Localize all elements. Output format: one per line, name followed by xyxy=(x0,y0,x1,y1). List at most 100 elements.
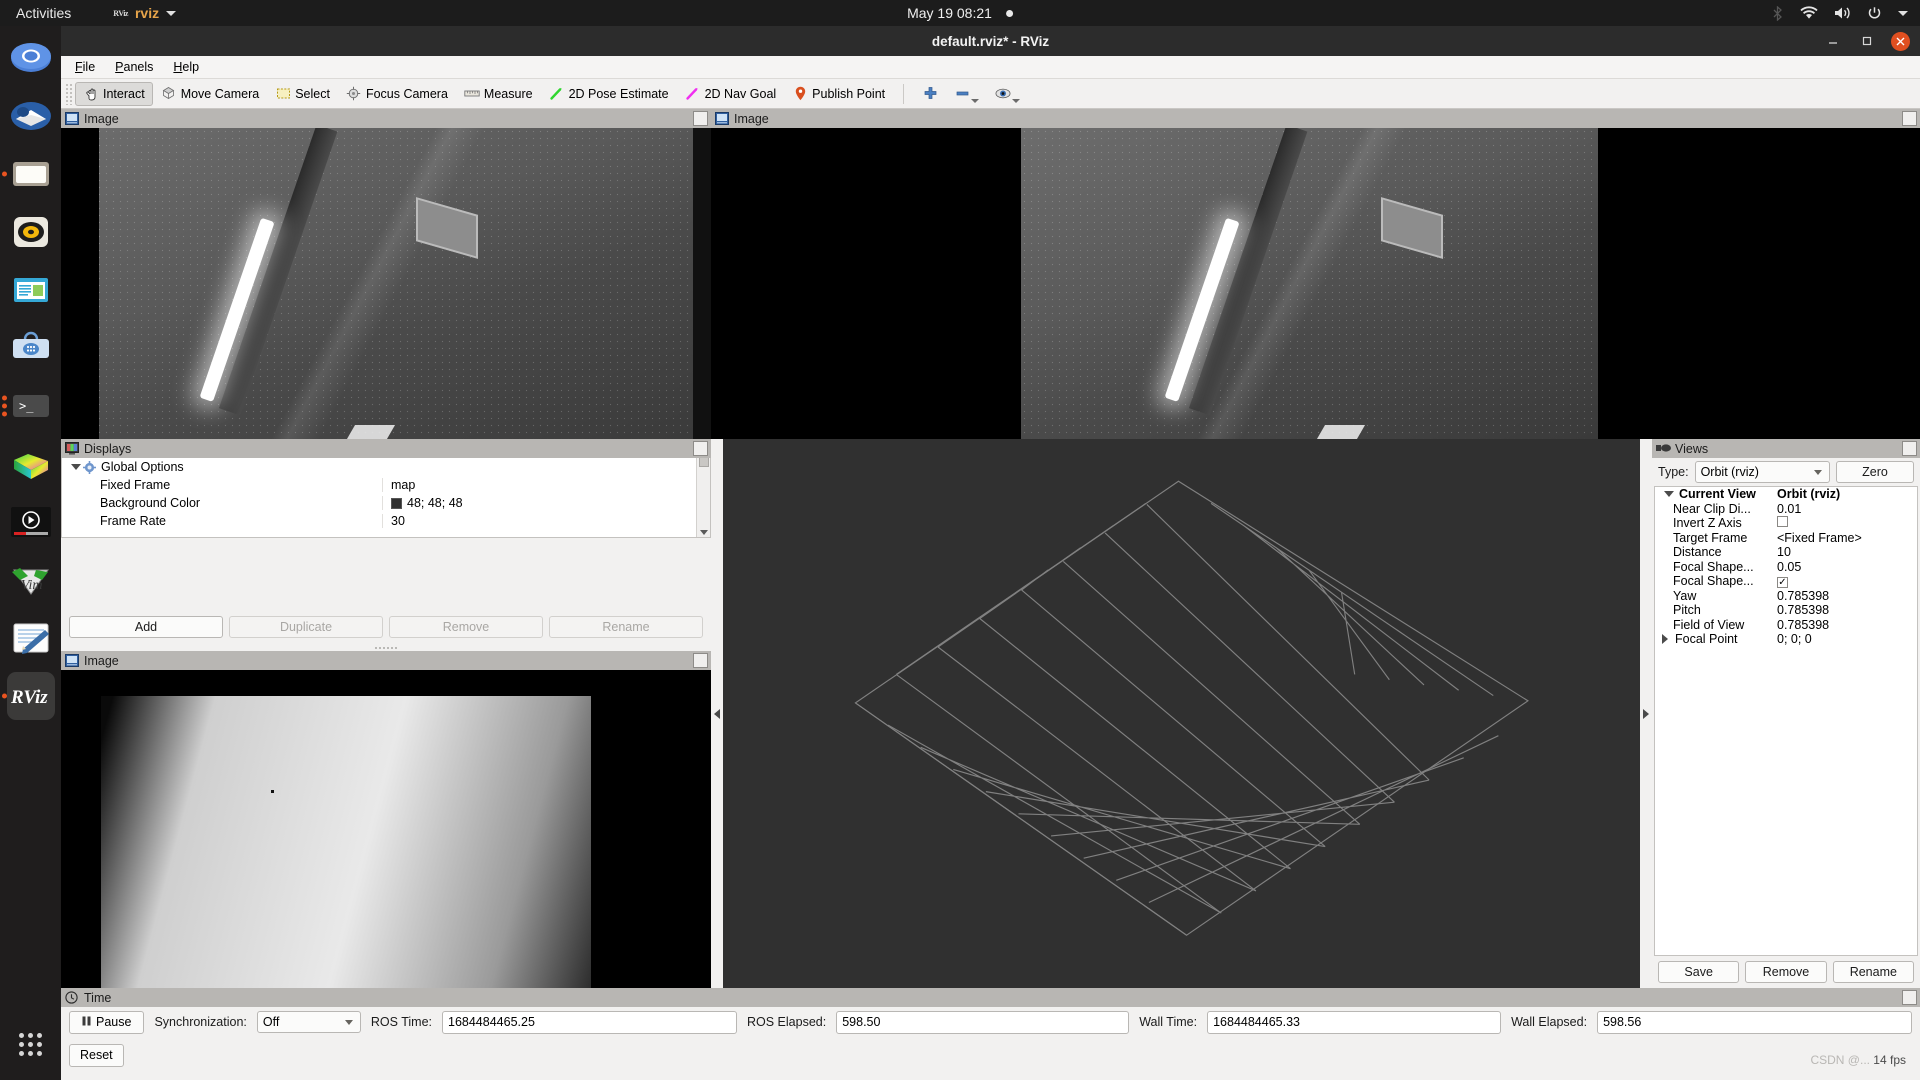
tree-label: Current View xyxy=(1679,487,1756,502)
views-properties-tree[interactable]: Current View Orbit (rviz) Near Clip Di..… xyxy=(1654,486,1918,956)
tool-focus-camera[interactable]: Focus Camera xyxy=(338,82,456,106)
duplicate-display-button[interactable]: Duplicate xyxy=(229,616,383,638)
remove-display-button[interactable]: Remove xyxy=(389,616,543,638)
displays-scrollbar[interactable] xyxy=(696,441,710,537)
expand-twisty-icon[interactable] xyxy=(70,462,81,473)
invert-z-checkbox[interactable] xyxy=(1777,516,1788,528)
maximize-button[interactable] xyxy=(1857,31,1877,51)
tree-value: 0.785398 xyxy=(1777,603,1830,618)
dock-item-media-player[interactable] xyxy=(7,498,55,546)
wall-elapsed-label: Wall Elapsed: xyxy=(1511,1015,1588,1029)
tool-measure[interactable]: Measure xyxy=(456,82,541,106)
tool-publish-point[interactable]: Publish Point xyxy=(784,82,893,106)
save-view-button[interactable]: Save xyxy=(1658,961,1740,983)
dock-item-files[interactable] xyxy=(1,150,55,198)
toolbar-grip[interactable] xyxy=(65,82,73,105)
panel-resize-grip[interactable] xyxy=(61,644,711,651)
dock-item-software[interactable] xyxy=(7,324,55,372)
wall-time-field[interactable]: 1684484465.33 xyxy=(1207,1010,1502,1034)
tool-2d-nav-goal[interactable]: 2D Nav Goal xyxy=(677,82,785,106)
float-panel-button[interactable] xyxy=(693,111,708,126)
dock-item-thunderbird[interactable] xyxy=(7,92,55,140)
chevron-down-icon[interactable] xyxy=(1898,10,1908,16)
zero-button[interactable]: Zero xyxy=(1836,461,1914,483)
system-tray[interactable] xyxy=(1771,5,1908,21)
dock-item-libreoffice-writer[interactable] xyxy=(7,266,55,314)
rename-view-button[interactable]: Rename xyxy=(1832,961,1914,983)
dock-item-rhythmbox[interactable] xyxy=(7,208,55,256)
tool-select-label: Select xyxy=(295,86,330,101)
dock-item-vim[interactable]: Vim xyxy=(7,556,55,604)
clock-button[interactable]: May 19 08:21 xyxy=(907,5,1013,21)
close-button[interactable] xyxy=(1891,31,1910,51)
tool-interact-label: Interact xyxy=(103,86,145,101)
tool-interact[interactable]: Interact xyxy=(75,81,153,106)
float-panel-button[interactable] xyxy=(693,441,708,456)
image-view-top-left[interactable] xyxy=(61,128,711,439)
dock-item-terminal[interactable]: >_ xyxy=(1,382,55,430)
tool-visibility-button[interactable] xyxy=(987,82,1028,106)
tool-2d-pose-estimate[interactable]: 2D Pose Estimate xyxy=(541,82,677,106)
tree-row[interactable]: Yaw 0.785398 xyxy=(1655,589,1917,604)
tree-row[interactable]: Pitch 0.785398 xyxy=(1655,603,1917,618)
tree-row[interactable]: Distance 10 xyxy=(1655,545,1917,560)
float-panel-button[interactable] xyxy=(1902,990,1917,1005)
tree-row[interactable]: Frame Rate 30 xyxy=(62,512,696,530)
tree-row[interactable]: Fixed Frame map xyxy=(62,476,696,494)
rename-display-button[interactable]: Rename xyxy=(549,616,703,638)
tool-move-camera[interactable]: Move Camera xyxy=(153,82,268,106)
tree-row[interactable]: Target Frame <Fixed Frame> xyxy=(1655,531,1917,546)
collapse-left-icon[interactable] xyxy=(714,708,720,719)
tree-row[interactable]: Background Color 48; 48; 48 xyxy=(62,494,696,512)
dock-item-chromium[interactable] xyxy=(7,34,55,82)
app-menu-button[interactable]: RViz rviz xyxy=(113,5,177,21)
tree-row[interactable]: Focal Point 0; 0; 0 xyxy=(1655,632,1917,647)
tree-row[interactable]: Near Clip Di... 0.01 xyxy=(1655,502,1917,517)
displays-tree[interactable]: Global Options Fixed Frame map Backgroun… xyxy=(61,441,711,538)
focal-shape-checkbox[interactable]: ✓ xyxy=(1777,577,1788,589)
float-panel-button[interactable] xyxy=(1902,111,1917,126)
collapse-right-icon[interactable] xyxy=(1643,708,1649,719)
remove-view-button[interactable]: Remove xyxy=(1745,961,1827,983)
tree-row[interactable]: Field of View 0.785398 xyxy=(1655,618,1917,633)
activities-button[interactable]: Activities xyxy=(16,5,71,21)
menu-panels[interactable]: Panels xyxy=(115,60,153,74)
tree-row[interactable]: Focal Shape... ✓ xyxy=(1655,574,1917,589)
ros-elapsed-field[interactable]: 598.50 xyxy=(836,1010,1130,1034)
tree-row[interactable]: Current View Orbit (rviz) xyxy=(1655,487,1917,502)
remove-tool-button[interactable] xyxy=(946,82,987,106)
vertical-splitter-left[interactable] xyxy=(711,439,723,988)
float-panel-button[interactable] xyxy=(1902,441,1917,456)
synchronization-select[interactable]: Off xyxy=(256,1011,361,1033)
chevron-down-icon[interactable] xyxy=(1012,98,1021,103)
time-controls-row: Pause Synchronization: Off ROS Time: 168… xyxy=(61,1007,1920,1037)
add-display-button[interactable]: Add xyxy=(69,616,223,638)
expand-twisty-icon[interactable] xyxy=(1659,634,1670,645)
tool-select[interactable]: Select xyxy=(267,82,338,106)
image-view-top-right[interactable] xyxy=(711,128,1920,439)
add-tool-button[interactable] xyxy=(914,82,946,106)
menu-file[interactable]: File xyxy=(75,60,95,74)
tree-row[interactable]: Focal Shape... 0.05 xyxy=(1655,560,1917,575)
expand-twisty-icon[interactable] xyxy=(1663,489,1674,500)
dock-item-color-picker[interactable] xyxy=(7,440,55,488)
reset-button[interactable]: Reset xyxy=(69,1043,124,1067)
minimize-button[interactable] xyxy=(1823,31,1843,51)
image-view-bottom-left[interactable] xyxy=(61,670,711,988)
eye-icon xyxy=(995,86,1011,102)
show-applications-button[interactable] xyxy=(7,1020,55,1068)
chevron-down-icon[interactable] xyxy=(971,98,980,103)
wall-elapsed-field[interactable]: 598.56 xyxy=(1597,1010,1912,1034)
tree-row[interactable]: Invert Z Axis xyxy=(1655,516,1917,531)
tree-row[interactable]: Global Options xyxy=(62,458,696,476)
vertical-splitter-right[interactable] xyxy=(1640,439,1652,988)
float-panel-button[interactable] xyxy=(693,653,708,668)
view-type-select[interactable]: Orbit (rviz) xyxy=(1694,461,1830,483)
dock-item-rviz[interactable]: RViz xyxy=(1,672,55,720)
dock-item-text-editor[interactable] xyxy=(7,614,55,662)
menu-help[interactable]: Help xyxy=(173,60,199,74)
ros-time-field[interactable]: 1684484465.25 xyxy=(442,1010,737,1034)
scroll-down-icon[interactable] xyxy=(699,530,708,535)
3d-render-view[interactable] xyxy=(723,439,1640,988)
pause-button[interactable]: Pause xyxy=(69,1010,145,1034)
